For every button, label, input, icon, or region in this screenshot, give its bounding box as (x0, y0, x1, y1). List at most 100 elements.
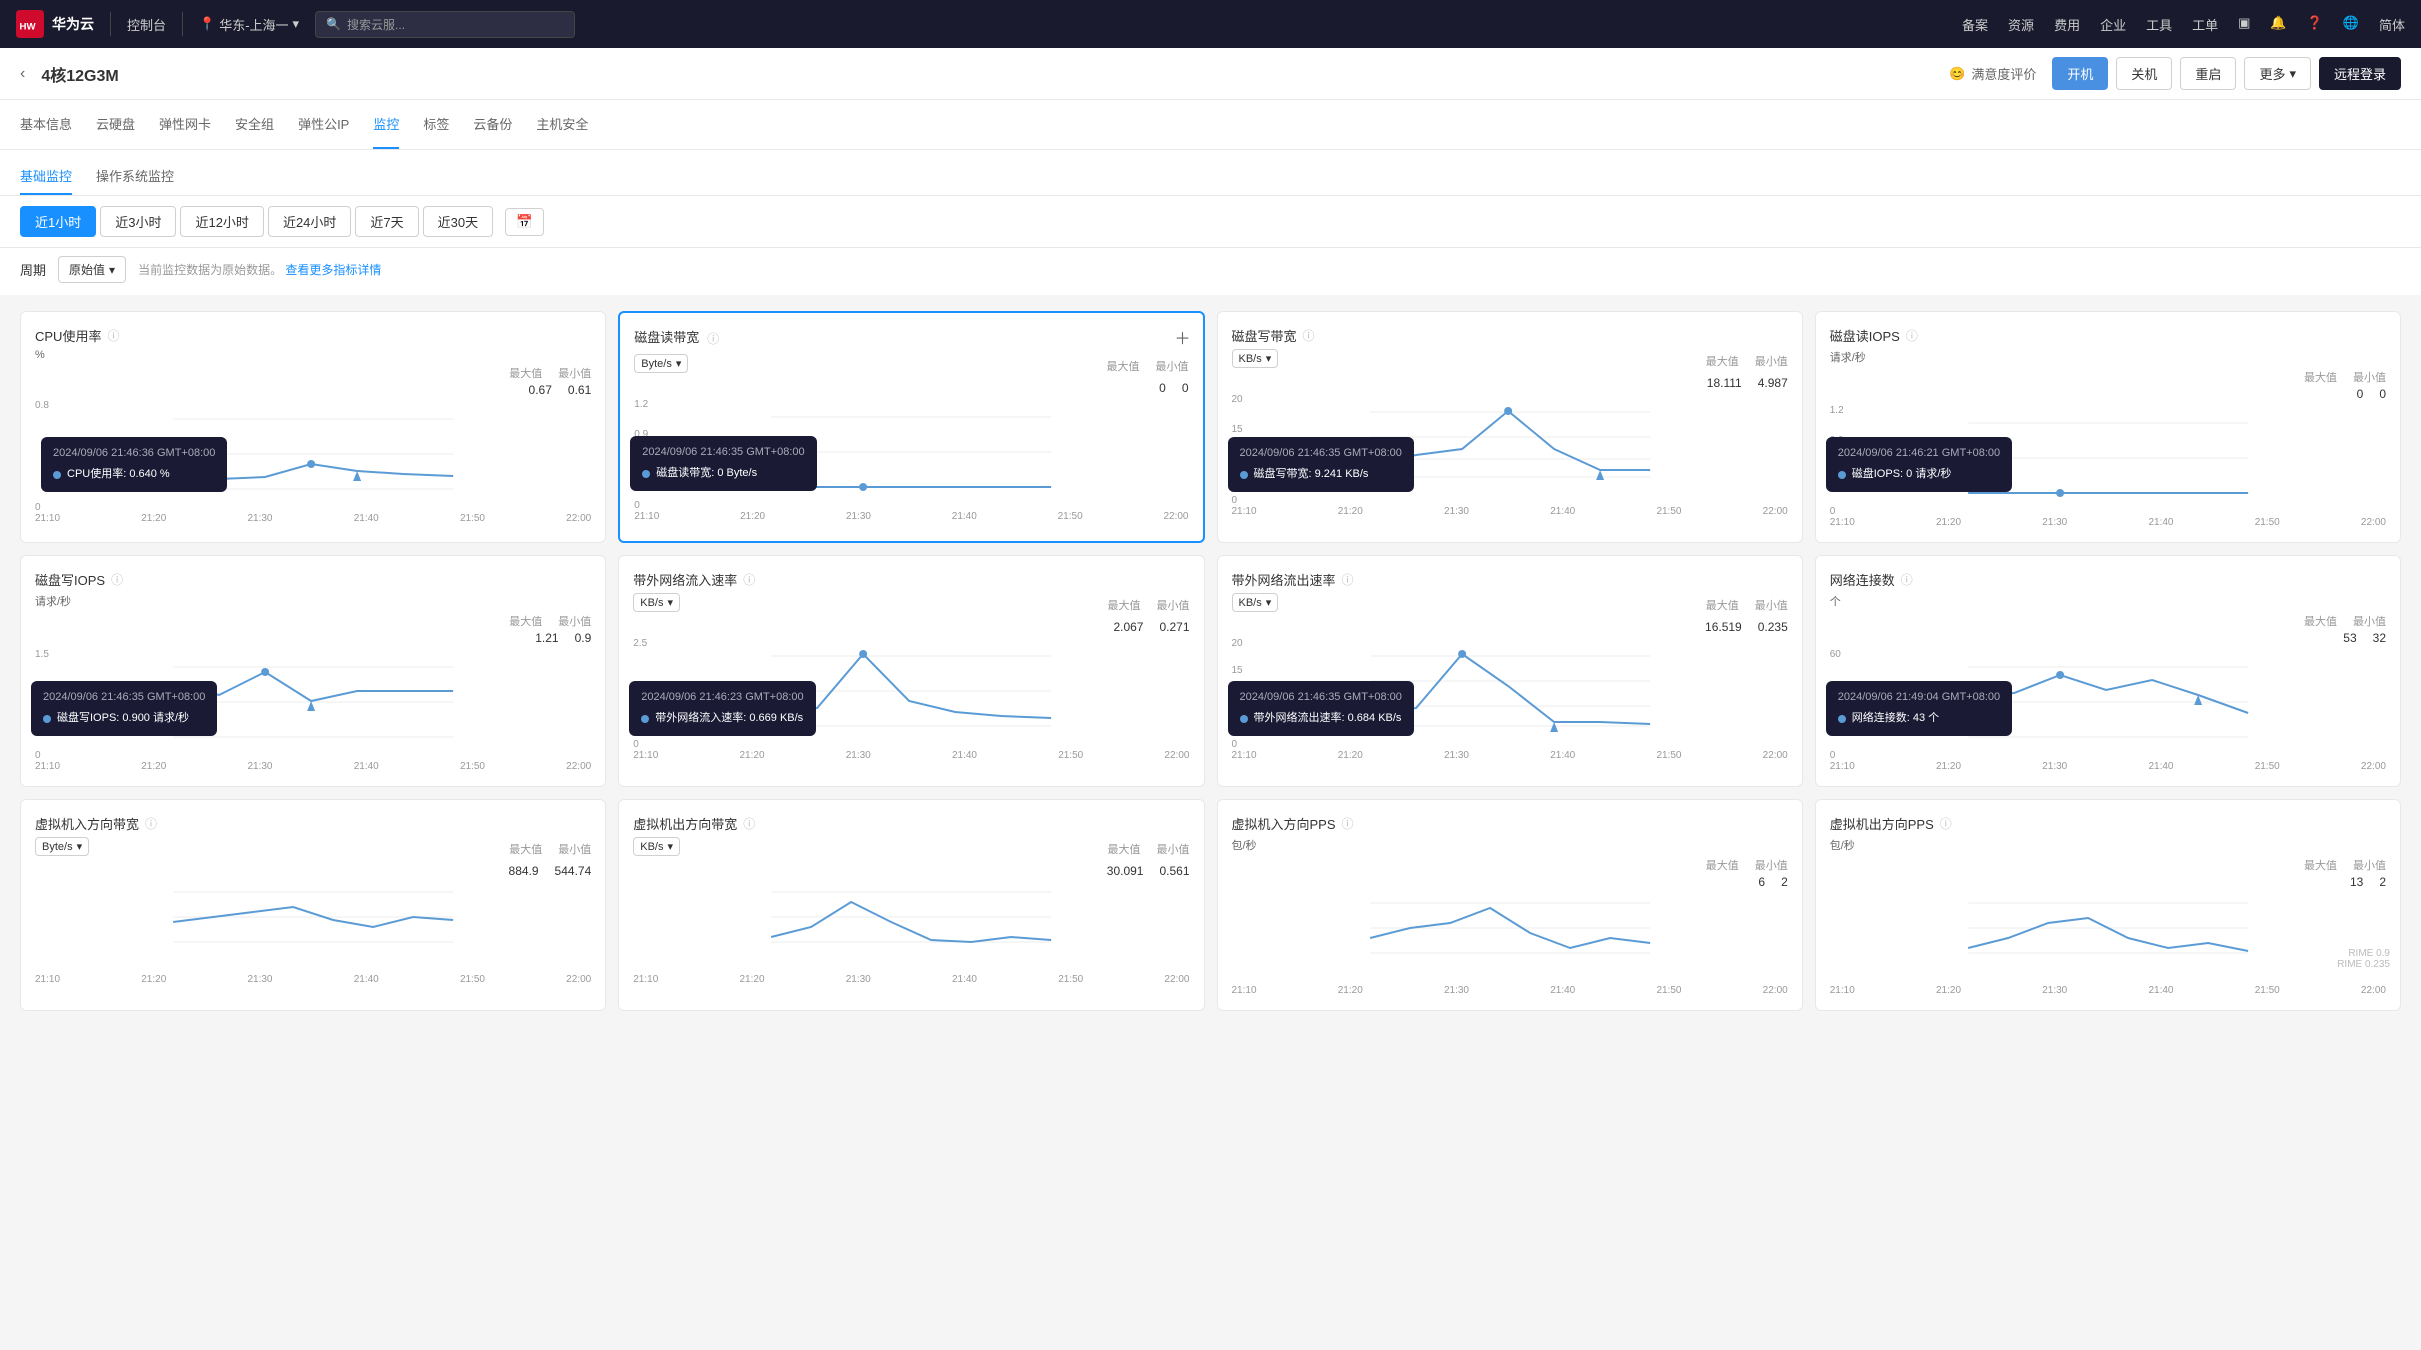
chart-disk-write-iops: 磁盘写IOPS ⓘ 请求/秒 最大值最小值 1.21 0.9 1.5 1 (20, 555, 606, 787)
tab-monitor[interactable]: 监控 (373, 100, 399, 149)
vm-out-pps-title: 虚拟机出方向PPS (1830, 814, 1934, 833)
nav-link-enterprise[interactable]: 企业 (2100, 15, 2126, 34)
disk-read-bw-tooltip: 2024/09/06 21:46:35 GMT+08:00 磁盘读带宽: 0 B… (630, 436, 816, 491)
net-conn-min: 32 (2373, 631, 2386, 645)
lang-label[interactable]: 简体 (2379, 15, 2405, 34)
time-btn-3h[interactable]: 近3小时 (100, 206, 176, 237)
region-selector[interactable]: 📍 华东-上海一 ▾ (199, 15, 299, 34)
tab-security[interactable]: 主机安全 (536, 100, 588, 149)
tab-tags[interactable]: 标签 (423, 100, 449, 149)
control-panel-link[interactable]: 控制台 (127, 15, 166, 34)
net-out-title: 带外网络流出速率 (1232, 570, 1336, 589)
tab-disk[interactable]: 云硬盘 (96, 100, 135, 149)
back-button[interactable]: ‹ (20, 65, 25, 83)
vm-out-pps-max: 13 (2350, 875, 2363, 889)
time-btn-12h[interactable]: 近12小时 (180, 206, 263, 237)
disk-read-iops-x-axis: 21:1021:2021:3021:4021:5022:00 (1830, 517, 2386, 528)
disk-read-iops-min: 0 (2379, 387, 2386, 401)
off-button[interactable]: 关机 (2116, 57, 2172, 90)
disk-write-bw-unit-selector[interactable]: KB/s▾ (1232, 349, 1279, 368)
period-selector[interactable]: 原始值 ▾ (58, 256, 126, 283)
remote-login-button[interactable]: 远程登录 (2319, 57, 2401, 90)
add-chart-button[interactable]: ＋ (1174, 325, 1190, 349)
cpu-info-icon[interactable]: ⓘ (107, 327, 119, 344)
sub-tab-os-monitor[interactable]: 操作系统监控 (96, 166, 174, 195)
disk-write-bw-min: 4.987 (1758, 376, 1788, 390)
tab-security-group[interactable]: 安全组 (235, 100, 274, 149)
cpu-x-axis: 21:1021:2021:3021:4021:5022:00 (35, 513, 591, 524)
disk-write-bw-info-icon[interactable]: ⓘ (1303, 327, 1315, 344)
tab-basic-info[interactable]: 基本信息 (20, 100, 72, 149)
vm-in-pps-unit: 包/秒 (1232, 837, 1788, 853)
cpu-min-val: 0.61 (568, 383, 591, 397)
chevron-down-icon: ▾ (109, 263, 115, 277)
disk-write-iops-x-axis: 21:1021:2021:3021:4021:5022:00 (35, 761, 591, 772)
search-bar[interactable]: 🔍 搜索云服... (315, 11, 575, 38)
disk-read-bw-info-icon[interactable]: ⓘ (707, 330, 719, 347)
nav-link-order[interactable]: 工单 (2192, 15, 2218, 34)
vm-in-bw-unit-selector[interactable]: Byte/s▾ (35, 837, 89, 856)
nav-link-resource[interactable]: 资源 (2008, 15, 2034, 34)
tab-backup[interactable]: 云备份 (473, 100, 512, 149)
satisfaction-label: 满意度评价 (1971, 64, 2036, 83)
nav-link-console[interactable]: ▣ (2238, 15, 2250, 34)
disk-read-bw-unit-selector[interactable]: Byte/s▾ (634, 354, 688, 373)
second-bar: ‹ 4核12G3M 😊 满意度评价 开机 关机 重启 更多 ▾ 远程登录 (0, 48, 2421, 100)
more-button[interactable]: 更多 ▾ (2244, 57, 2311, 90)
chart-vm-in-pps: 虚拟机入方向PPS ⓘ 包/秒 最大值最小值 6 2 21:1021:2 (1217, 799, 1803, 1011)
tab-eip[interactable]: 弹性公IP (298, 100, 349, 149)
vm-in-bw-info-icon[interactable]: ⓘ (145, 815, 157, 832)
chart-net-out: 带外网络流出速率 ⓘ KB/s▾ 最大值最小值 16.519 0.235 20 … (1217, 555, 1803, 787)
disk-read-iops-info-icon[interactable]: ⓘ (1906, 327, 1918, 344)
svg-text:HW: HW (20, 21, 37, 32)
net-out-min: 0.235 (1758, 620, 1788, 634)
tab-nic[interactable]: 弹性网卡 (159, 100, 211, 149)
top-nav-links: 备案 资源 费用 企业 工具 工单 ▣ 🔔 ❓ 🌐 简体 (1962, 15, 2405, 34)
vm-in-bw-min: 544.74 (555, 864, 592, 878)
sub-tab-basic-monitor[interactable]: 基础监控 (20, 166, 72, 195)
net-in-unit-selector[interactable]: KB/s▾ (633, 593, 680, 612)
period-row: 周期 原始值 ▾ 当前监控数据为原始数据。 查看更多指标详情 (0, 248, 2421, 295)
logo[interactable]: HW 华为云 (16, 10, 94, 38)
time-btn-7d[interactable]: 近7天 (355, 206, 418, 237)
disk-write-iops-title: 磁盘写IOPS (35, 570, 105, 589)
vm-out-bw-svg (633, 882, 1189, 952)
restart-button[interactable]: 重启 (2180, 57, 2236, 90)
nav-link-beian[interactable]: 备案 (1962, 15, 1988, 34)
vm-out-bw-max: 30.091 (1107, 864, 1144, 878)
chart-disk-read-iops: 磁盘读IOPS ⓘ 请求/秒 最大值最小值 0 0 1.2 0.9 (1815, 311, 2401, 543)
vm-out-bw-info-icon[interactable]: ⓘ (743, 815, 755, 832)
bell-icon[interactable]: 🔔 (2270, 15, 2286, 34)
vm-in-pps-title: 虚拟机入方向PPS (1232, 814, 1336, 833)
time-btn-30d[interactable]: 近30天 (423, 206, 493, 237)
time-btn-1h[interactable]: 近1小时 (20, 206, 96, 237)
question-icon[interactable]: ❓ (2307, 15, 2323, 34)
net-out-unit-selector[interactable]: KB/s▾ (1232, 593, 1279, 612)
net-in-info-icon[interactable]: ⓘ (743, 571, 755, 588)
time-btn-24h[interactable]: 近24小时 (268, 206, 351, 237)
vm-out-pps-unit: 包/秒 (1830, 837, 2386, 853)
chart-cpu: CPU使用率 ⓘ % 最大值 最小值 0.67 0.61 0.8 (20, 311, 606, 543)
nav-link-tools[interactable]: 工具 (2146, 15, 2172, 34)
vm-in-pps-info-icon[interactable]: ⓘ (1342, 815, 1354, 832)
net-in-tooltip: 2024/09/06 21:46:23 GMT+08:00 带外网络流入速率: … (629, 681, 815, 736)
satisfaction-link[interactable]: 😊 满意度评价 (1949, 64, 2036, 83)
page-title: 4核12G3M (41, 62, 1933, 86)
calendar-button[interactable]: 📅 (505, 208, 544, 236)
net-out-x-axis: 21:1021:2021:3021:4021:5022:00 (1232, 750, 1788, 761)
chart-disk-write-bw: 磁盘写带宽 ⓘ KB/s▾ 最大值最小值 18.111 4.987 20 15 … (1217, 311, 1803, 543)
disk-write-iops-info-icon[interactable]: ⓘ (111, 571, 123, 588)
vm-in-bw-title: 虚拟机入方向带宽 (35, 814, 139, 833)
net-conn-unit: 个 (1830, 593, 2386, 609)
more-metrics-link[interactable]: 查看更多指标详情 (285, 263, 381, 277)
net-out-tooltip: 2024/09/06 21:46:35 GMT+08:00 带外网络流出速率: … (1228, 681, 1414, 736)
net-conn-info-icon[interactable]: ⓘ (1901, 571, 1913, 588)
vm-in-bw-svg (35, 882, 591, 952)
net-out-info-icon[interactable]: ⓘ (1342, 571, 1354, 588)
globe-icon[interactable]: 🌐 (2343, 15, 2359, 34)
brand-name: 华为云 (52, 14, 94, 34)
vm-out-bw-unit-selector[interactable]: KB/s▾ (633, 837, 680, 856)
start-button[interactable]: 开机 (2052, 57, 2108, 90)
nav-link-fee[interactable]: 费用 (2054, 15, 2080, 34)
vm-out-pps-info-icon[interactable]: ⓘ (1940, 815, 1952, 832)
